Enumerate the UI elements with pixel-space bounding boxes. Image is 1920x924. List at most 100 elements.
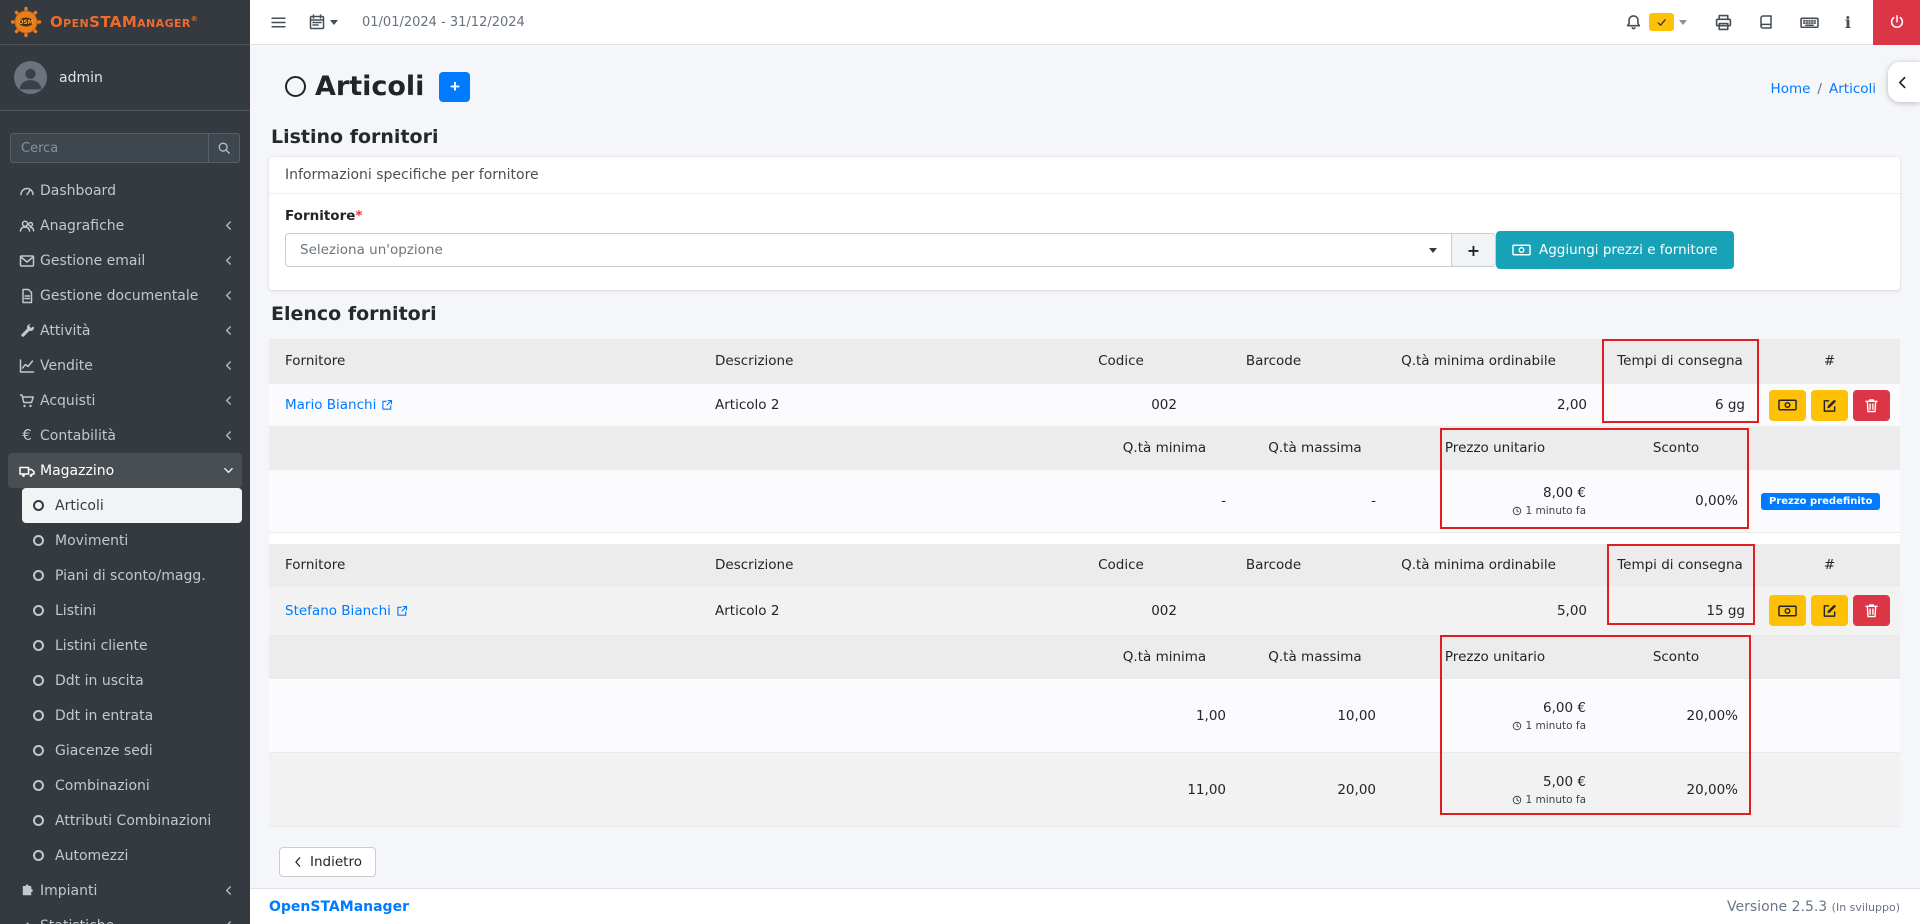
book-icon[interactable]	[1758, 14, 1774, 31]
circle-icon	[33, 710, 44, 721]
svg-text:OSM: OSM	[19, 20, 34, 26]
user-panel[interactable]: admin	[0, 45, 250, 111]
price-row: 11,00 20,00 5,00 € 1 minuto fa 20,00%	[269, 753, 1900, 827]
keyboard-icon[interactable]	[1800, 14, 1819, 31]
breadcrumb-home-link[interactable]: Home	[1771, 81, 1811, 97]
sidebar-item-attivita[interactable]: Attività	[8, 313, 242, 348]
logout-power-button[interactable]	[1873, 0, 1920, 45]
add-fornitore-button[interactable]: +	[1452, 233, 1496, 267]
sidebar-item-acquisti[interactable]: Acquisti	[8, 383, 242, 418]
qta-minima-ordinabile-cell: 5,00	[1356, 603, 1601, 619]
clock-icon	[1512, 506, 1522, 516]
col-header-sconto: Sconto	[1600, 440, 1752, 456]
caret-down-icon	[330, 20, 338, 25]
sidebar-item-impianti[interactable]: Impianti	[8, 873, 242, 908]
sidebar-item-dashboard[interactable]: Dashboard	[8, 173, 242, 208]
updated-timestamp: 1 minuto fa	[1512, 794, 1586, 806]
check-badge[interactable]	[1649, 13, 1674, 31]
delete-button[interactable]	[1853, 595, 1890, 626]
chevron-left-icon	[293, 856, 303, 868]
table-gap	[269, 533, 1900, 544]
add-price-supplier-button[interactable]: Aggiungi prezzi e fornitore	[1496, 231, 1734, 269]
col-header-prezzo-unitario: Prezzo unitario	[1390, 440, 1600, 456]
caret-down-icon[interactable]	[1679, 20, 1687, 25]
external-link-icon	[381, 399, 393, 411]
sidebar-item-statistiche[interactable]: Statistiche	[8, 908, 242, 924]
envelope-icon	[14, 253, 40, 269]
search-button[interactable]	[208, 133, 240, 163]
sidebar-subitem-articoli[interactable]: Articoli	[22, 488, 242, 523]
prices-button[interactable]	[1769, 595, 1806, 626]
sidebar-item-magazzino[interactable]: Magazzino	[8, 453, 242, 488]
col-header-tempi-di-consegna: Tempi di consegna	[1601, 557, 1759, 573]
codice-cell: 002	[1051, 603, 1191, 619]
qta-minima-cell: 11,00	[1089, 782, 1240, 798]
supplier-link[interactable]: Mario Bianchi	[285, 397, 393, 413]
col-header-fornitore: Fornitore	[269, 353, 699, 369]
bell-icon[interactable]	[1625, 14, 1642, 31]
edit-button[interactable]	[1811, 390, 1848, 421]
sidebar-subitem-listini-cliente[interactable]: Listini cliente	[22, 628, 242, 663]
top-navbar: 01/01/2024 - 31/12/2024 i	[250, 0, 1920, 45]
prezzo-unitario-cell: 5,00 € 1 minuto fa	[1390, 774, 1600, 806]
wrench-icon	[14, 323, 40, 338]
chevron-down-icon	[223, 465, 234, 476]
sidebar-item-vendite[interactable]: Vendite	[8, 348, 242, 383]
sidebar-subitem-automezzi[interactable]: Automezzi	[22, 838, 242, 873]
table-header-row: Fornitore Descrizione Codice Barcode Q.t…	[269, 339, 1900, 384]
sidebar-subitem-listini[interactable]: Listini	[22, 593, 242, 628]
brand[interactable]: OSM OpenSTAManager®	[0, 0, 250, 45]
calendar-button[interactable]	[309, 14, 338, 30]
fornitore-select-group: Seleziona un'opzione +	[285, 233, 1496, 267]
circle-icon	[33, 570, 44, 581]
username: admin	[59, 70, 103, 86]
sidebar-item-contabilita[interactable]: € Contabilità	[8, 418, 242, 453]
breadcrumb-current-link[interactable]: Articoli	[1829, 81, 1876, 97]
default-price-badge: Prezzo predefinito	[1761, 493, 1880, 510]
sidebar-item-anagrafiche[interactable]: Anagrafiche	[8, 208, 242, 243]
back-button[interactable]: Indietro	[279, 847, 376, 877]
sidebar-subitem-giacenze-sedi[interactable]: Giacenze sedi	[22, 733, 242, 768]
supplier-link[interactable]: Stefano Bianchi	[285, 603, 408, 619]
suppliers-table: Fornitore Descrizione Codice Barcode Q.t…	[269, 339, 1900, 827]
date-range[interactable]: 01/01/2024 - 31/12/2024	[362, 15, 525, 30]
col-header-qta-minima: Q.tà minima	[1089, 649, 1240, 665]
prices-button[interactable]	[1769, 390, 1806, 421]
table-row: Mario Bianchi Articolo 2 002 2,00 6 gg	[269, 384, 1900, 427]
sidebar-subitem-piani-di-sconto[interactable]: Piani di sconto/magg.	[22, 558, 242, 593]
col-header-prezzo-unitario: Prezzo unitario	[1390, 649, 1600, 665]
clock-icon	[1512, 795, 1522, 805]
chevron-left-icon	[223, 920, 234, 924]
sidebar-menu: Dashboard Anagrafiche Gestione email Ges…	[0, 173, 250, 924]
circle-icon	[33, 535, 44, 546]
chevron-left-icon	[223, 220, 234, 231]
article-circle-icon	[285, 76, 306, 97]
delete-button[interactable]	[1853, 390, 1890, 421]
footer-brand-link[interactable]: OpenSTAManager	[269, 899, 409, 915]
sidebar-subitem-ddt-in-entrata[interactable]: Ddt in entrata	[22, 698, 242, 733]
elenco-heading: Elenco fornitori	[271, 303, 437, 325]
chevron-left-icon	[223, 395, 234, 406]
info-icon[interactable]: i	[1845, 13, 1851, 32]
search-input[interactable]	[10, 133, 208, 163]
sidebar-subitem-combinazioni[interactable]: Combinazioni	[22, 768, 242, 803]
chevron-left-icon	[223, 290, 234, 301]
sconto-cell: 0,00%	[1600, 493, 1752, 509]
sidebar-subitem-movimenti[interactable]: Movimenti	[22, 523, 242, 558]
sidebar-subitem-attributi-combinazioni[interactable]: Attributi Combinazioni	[22, 803, 242, 838]
add-article-button[interactable]: +	[439, 72, 470, 102]
hamburger-icon[interactable]	[270, 14, 287, 31]
col-header-codice: Codice	[1051, 353, 1191, 369]
edit-button[interactable]	[1811, 595, 1848, 626]
caret-down-icon	[1429, 248, 1437, 253]
printer-icon[interactable]	[1715, 14, 1732, 31]
fornitore-select[interactable]: Seleziona un'opzione	[285, 233, 1452, 267]
descrizione-cell: Articolo 2	[699, 603, 1051, 619]
collapse-panel-button[interactable]	[1888, 62, 1920, 102]
sidebar-item-gestione-documentale[interactable]: Gestione documentale	[8, 278, 242, 313]
sidebar-item-gestione-email[interactable]: Gestione email	[8, 243, 242, 278]
required-asterisk: *	[355, 208, 362, 224]
sidebar-subitem-ddt-in-uscita[interactable]: Ddt in uscita	[22, 663, 242, 698]
main-area: 01/01/2024 - 31/12/2024 i Articoli	[250, 0, 1920, 924]
col-header-codice: Codice	[1051, 557, 1191, 573]
